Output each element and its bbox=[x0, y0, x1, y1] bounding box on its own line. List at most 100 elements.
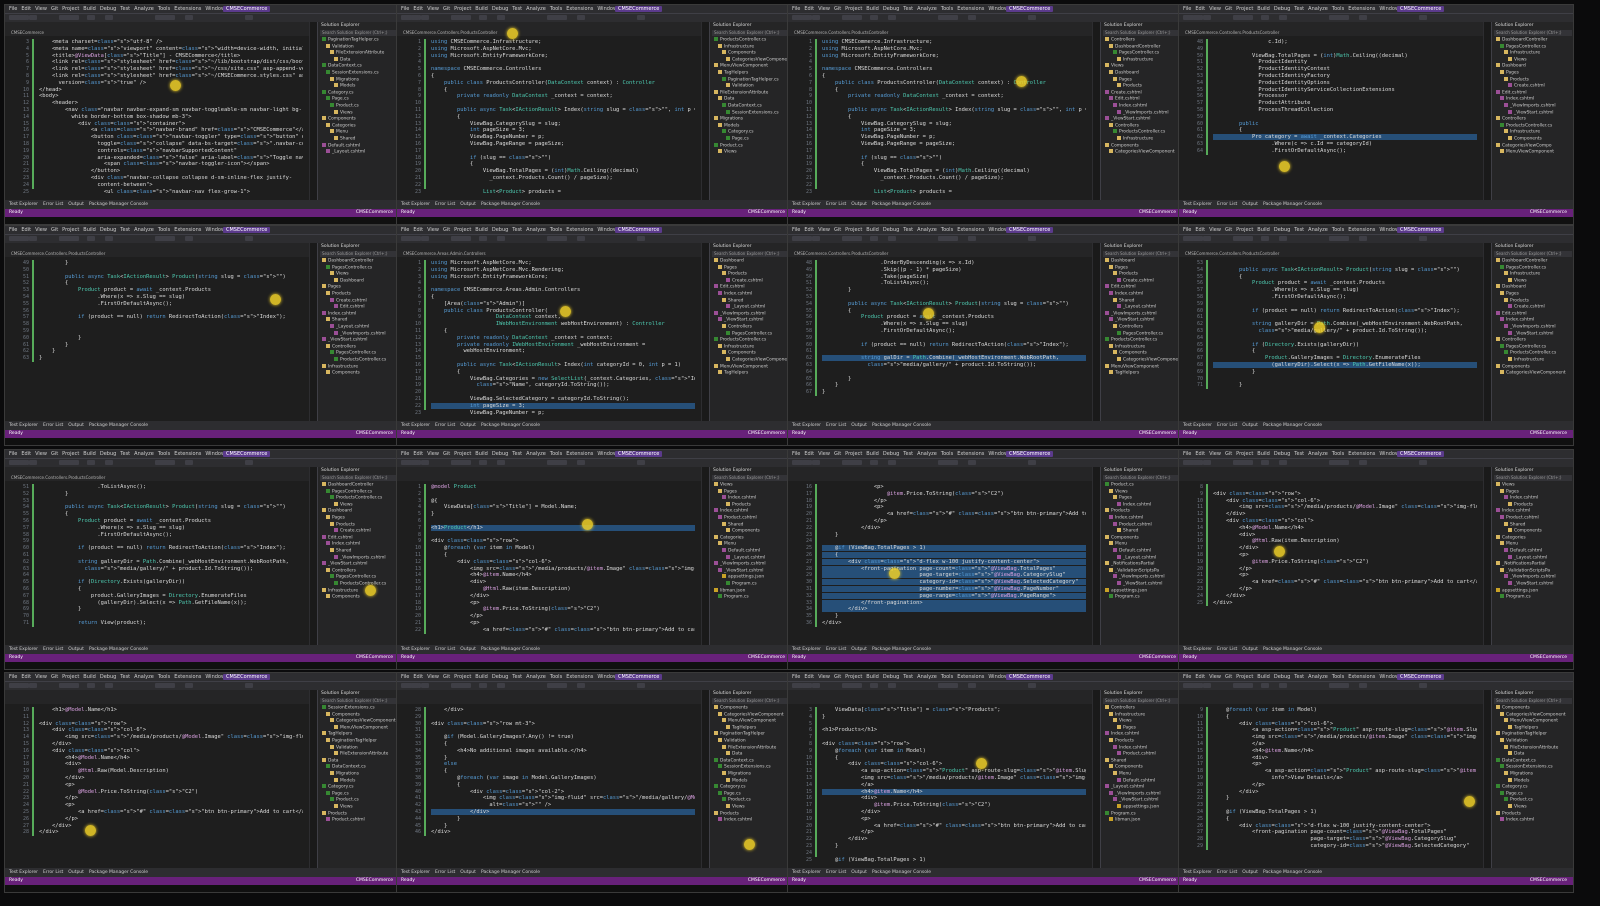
menu-item[interactable]: Extensions bbox=[566, 451, 593, 457]
solution-search-input[interactable]: Search Solution Explorer (Ctrl+;) bbox=[1103, 475, 1181, 481]
solution-item[interactable]: CategoriesViewComponent bbox=[318, 718, 399, 725]
menu-item[interactable]: Analyze bbox=[917, 674, 937, 680]
menu-item[interactable]: File bbox=[9, 6, 17, 12]
code-line[interactable]: Product product = await _context.Product… bbox=[39, 518, 303, 524]
solution-item[interactable]: Controllers bbox=[1492, 337, 1573, 344]
menu-item[interactable]: Build bbox=[475, 451, 488, 457]
toolbar-button[interactable] bbox=[29, 236, 37, 241]
bottom-tab[interactable]: Error List bbox=[435, 423, 455, 428]
toolbar-button[interactable] bbox=[1419, 460, 1427, 465]
code-line[interactable]: category-id=class="s">"@ViewBag.Selected… bbox=[1213, 843, 1477, 849]
toolbar-button[interactable] bbox=[577, 683, 585, 688]
bottom-tab[interactable]: Package Manager Console bbox=[872, 870, 931, 875]
bottom-tab[interactable]: Package Manager Console bbox=[481, 423, 540, 428]
menu-item[interactable]: View bbox=[818, 674, 830, 680]
code-line[interactable]: } bbox=[431, 823, 695, 829]
bottom-tab[interactable]: Output bbox=[68, 423, 84, 428]
menu-item[interactable]: Git bbox=[1225, 227, 1232, 233]
menu-item[interactable]: Test bbox=[120, 6, 130, 12]
bottom-tab[interactable]: Package Manager Console bbox=[872, 202, 931, 207]
code-line[interactable]: List<Product> products = bbox=[822, 189, 1086, 195]
solution-item[interactable]: Menu bbox=[1101, 541, 1182, 548]
code-line[interactable]: @item.Price.ToString(class="s">"C2") bbox=[822, 491, 1086, 497]
code-line[interactable]: <img src=class="s">"/media/products/@ite… bbox=[1213, 734, 1477, 740]
code-line[interactable]: <button class=class="s">"navbar-toggler"… bbox=[39, 134, 303, 140]
solution-item[interactable]: _Layout.cshtml bbox=[1101, 554, 1182, 562]
solution-item[interactable]: _ViewStart.cshtml bbox=[1492, 580, 1573, 588]
code-line[interactable]: <img src=class="s">"/media/products/@ite… bbox=[431, 566, 695, 572]
solution-item[interactable]: Components bbox=[1101, 350, 1182, 357]
solution-item[interactable]: MenuViewComponent bbox=[1101, 363, 1182, 371]
code-line[interactable]: <p> bbox=[1213, 761, 1477, 767]
menu-item[interactable]: Edit bbox=[21, 451, 31, 457]
menu-item[interactable]: Project bbox=[1236, 674, 1253, 680]
toolbar-button[interactable] bbox=[1261, 236, 1269, 241]
solution-item[interactable]: Pages bbox=[1492, 69, 1573, 77]
solution-item[interactable]: Index.cshtml bbox=[1492, 317, 1573, 324]
menu-item[interactable]: Analyze bbox=[917, 227, 937, 233]
code-line[interactable]: </div> bbox=[39, 775, 303, 781]
solution-item[interactable]: Products bbox=[1101, 508, 1182, 515]
solution-item[interactable]: Page.cs bbox=[318, 96, 399, 103]
menu-item[interactable]: Project bbox=[845, 227, 862, 233]
menu-item[interactable]: Tools bbox=[550, 451, 562, 457]
code-line[interactable]: <img src=class="s">"/media/products/@Mod… bbox=[39, 734, 303, 740]
code-line[interactable]: <a href=class="s">"#" class=class="s">"b… bbox=[39, 809, 303, 815]
toolbar-button[interactable] bbox=[547, 15, 567, 20]
toolbar-button[interactable] bbox=[1203, 460, 1211, 465]
solution-item[interactable]: Components bbox=[710, 528, 791, 535]
bottom-tab[interactable]: Output bbox=[1242, 202, 1258, 207]
menu-item[interactable]: Debug bbox=[1274, 674, 1290, 680]
bottom-tab[interactable]: Package Manager Console bbox=[89, 202, 148, 207]
toolbar-button[interactable] bbox=[1193, 15, 1201, 20]
toolbar-button[interactable] bbox=[185, 460, 193, 465]
solution-item[interactable]: Products bbox=[1101, 271, 1182, 278]
code-line[interactable]: string galleryDir = Path.Combine(_webHos… bbox=[39, 559, 303, 565]
menu-item[interactable]: Debug bbox=[883, 451, 899, 457]
code-line[interactable]: </p> bbox=[431, 613, 695, 619]
solution-item[interactable]: MenuViewComponent bbox=[318, 724, 399, 732]
code-line[interactable]: } bbox=[431, 511, 695, 517]
solution-item[interactable]: Index.cshtml bbox=[1101, 514, 1182, 522]
code-line[interactable]: private readonly IWebHostEnvironment _we… bbox=[431, 342, 695, 348]
solution-item[interactable]: CategoriesViewComponent bbox=[710, 356, 791, 364]
code-line[interactable]: _context.Products.Count() / pageSize); bbox=[822, 175, 1086, 181]
bottom-tab[interactable]: Test Explorer bbox=[792, 202, 821, 207]
solution-item[interactable]: Dashboard bbox=[1492, 63, 1573, 70]
code-line[interactable]: </div> bbox=[39, 741, 303, 747]
bottom-tab[interactable]: Error List bbox=[826, 870, 846, 875]
code-line[interactable]: ViewBag.TotalPages = (int)Math.Ceiling((… bbox=[822, 168, 1086, 174]
solution-item[interactable]: Validation bbox=[318, 43, 399, 51]
solution-item[interactable]: Components bbox=[1492, 528, 1573, 535]
solution-item[interactable]: Index.cshtml bbox=[1492, 817, 1573, 824]
code-line[interactable]: ProductIdentity bbox=[1213, 59, 1477, 65]
toolbar-button[interactable] bbox=[870, 236, 878, 241]
menu-item[interactable]: Edit bbox=[413, 227, 423, 233]
toolbar-button[interactable] bbox=[1261, 15, 1269, 20]
toolbar-button[interactable] bbox=[19, 236, 27, 241]
code-line[interactable]: ViewBag.CategorySlug = slug; bbox=[431, 121, 695, 127]
solution-search-input[interactable]: Search Solution Explorer (Ctrl+;) bbox=[1494, 251, 1572, 257]
code-line[interactable]: </front-pagination> bbox=[822, 599, 1086, 606]
code-line[interactable]: using Microsoft.AspNetCore.Mvc; bbox=[431, 46, 695, 52]
code-line[interactable]: @Html.Raw(item.Description) bbox=[1213, 538, 1477, 544]
menu-item[interactable]: Analyze bbox=[1308, 674, 1328, 680]
menu-item[interactable]: Project bbox=[454, 227, 471, 233]
toolbar-button[interactable] bbox=[59, 683, 79, 688]
code-line[interactable]: .OrderByDescending(x => x.Id) bbox=[822, 260, 1086, 266]
code-line[interactable]: class="s">"media/gallery/" + product.Id.… bbox=[822, 362, 1086, 368]
code-line[interactable]: public class ProductsController(DataCont… bbox=[431, 80, 695, 86]
menu-item[interactable]: View bbox=[1209, 674, 1221, 680]
solution-item[interactable]: appsettings.json bbox=[1101, 803, 1182, 811]
solution-item[interactable]: SessionExtensions.cs bbox=[318, 705, 399, 712]
code-line[interactable]: .Where(x => x.Slug == slug) bbox=[1213, 287, 1477, 293]
code-line[interactable]: } bbox=[431, 816, 695, 822]
menu-item[interactable]: Analyze bbox=[917, 451, 937, 457]
bottom-tab[interactable]: Error List bbox=[43, 202, 63, 207]
code-line[interactable]: } bbox=[822, 382, 1086, 388]
menu-item[interactable]: Tools bbox=[941, 227, 953, 233]
code-line[interactable]: Product product = await _context.Product… bbox=[822, 314, 1086, 320]
solution-item[interactable]: Views bbox=[710, 482, 791, 489]
solution-item[interactable]: Category.cs bbox=[710, 129, 791, 136]
bottom-tab[interactable]: Output bbox=[68, 202, 84, 207]
